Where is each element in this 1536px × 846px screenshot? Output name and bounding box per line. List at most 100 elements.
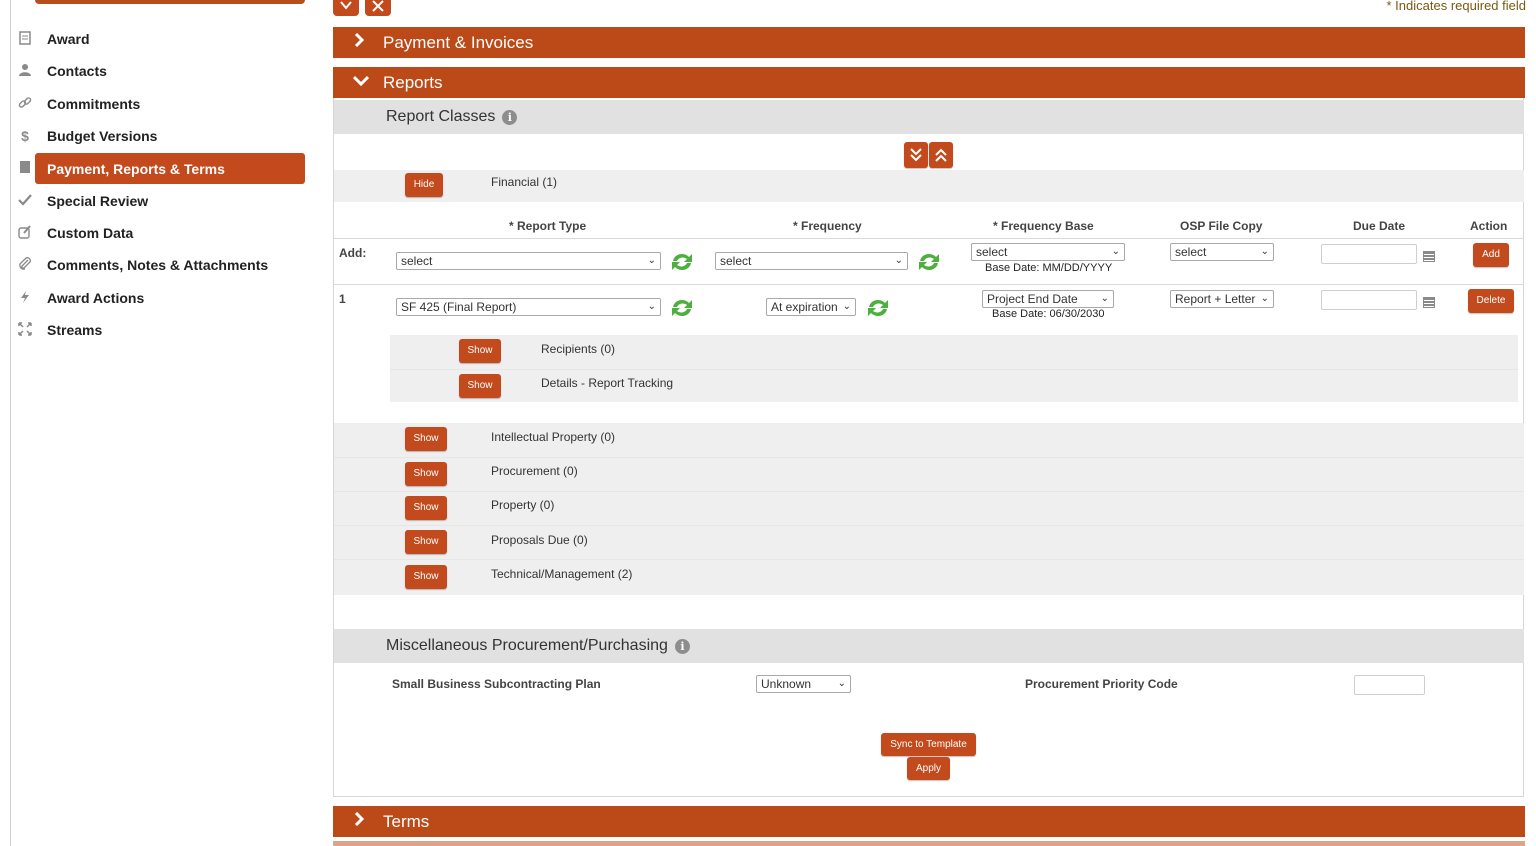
show-technical-management-button[interactable]: Show	[405, 565, 447, 589]
property-label: Property (0)	[491, 498, 555, 512]
calendar-icon[interactable]	[1422, 295, 1436, 309]
sidebar-item-contacts[interactable]: Contacts	[16, 56, 306, 86]
add-frequency-select[interactable]: select ⌄	[715, 252, 908, 270]
collapse-classes-button[interactable]	[929, 142, 953, 168]
show-property-button[interactable]: Show	[405, 496, 447, 520]
sync-to-template-button[interactable]: Sync to Template	[881, 733, 976, 756]
hide-financial-button[interactable]: Hide	[405, 173, 443, 197]
col-report-type: * Report Type	[509, 219, 587, 233]
required-field-note: * Indicates required field	[1386, 0, 1526, 13]
sidebar-item-custom-data[interactable]: Custom Data	[16, 218, 306, 248]
select-value: select	[401, 254, 433, 268]
section-title: Terms	[383, 811, 430, 831]
row1-frequency-base-select[interactable]: Project End Date ⌄	[982, 290, 1114, 308]
refresh-icon[interactable]	[669, 250, 695, 274]
select-value: select	[976, 245, 1008, 259]
next-section-edge	[333, 841, 1525, 846]
expand-all-button[interactable]	[333, 0, 359, 16]
refresh-icon[interactable]	[916, 250, 942, 274]
row1-frequency-select[interactable]: At expiration ⌄	[766, 298, 856, 316]
procurement-priority-input[interactable]	[1354, 675, 1425, 695]
col-frequency-base: * Frequency Base	[993, 219, 1094, 233]
sidebar-item-budget-versions[interactable]: $ Budget Versions	[16, 121, 306, 151]
row1-due-date-input[interactable]	[1321, 290, 1417, 310]
sidebar-item-label: Award Actions	[47, 290, 145, 306]
divider	[334, 457, 1524, 458]
sidebar-top-button[interactable]	[35, 0, 305, 4]
divider	[390, 369, 1518, 370]
add-due-date-input[interactable]	[1321, 244, 1417, 264]
sidebar-item-commitments[interactable]: Commitments	[16, 89, 306, 119]
divider	[334, 238, 1524, 239]
divider	[334, 491, 1524, 492]
show-report-tracking-button[interactable]: Show	[459, 374, 501, 398]
add-frequency-base-select[interactable]: select ⌄	[971, 243, 1125, 261]
sidebar-item-label: Special Review	[47, 193, 149, 209]
small-business-label: Small Business Subcontracting Plan	[392, 677, 601, 691]
report-classes-header: Report Classes i	[334, 100, 1524, 134]
sidebar-item-comments-notes-attachments[interactable]: Comments, Notes & Attachments	[16, 250, 306, 280]
select-value: SF 425 (Final Report)	[401, 300, 517, 314]
sidebar-item-award[interactable]: Award	[16, 24, 306, 54]
expand-classes-button[interactable]	[904, 142, 928, 168]
sidebar-item-label: Contacts	[47, 63, 107, 79]
misc-procurement-title: Miscellaneous Procurement/Purchasing	[386, 637, 668, 654]
sidebar-item-payment-reports-terms[interactable]: Payment, Reports & Terms	[35, 153, 305, 184]
checkmark-icon	[16, 193, 34, 210]
sidebar-item-label: Custom Data	[47, 225, 134, 241]
col-action: Action	[1470, 219, 1508, 233]
apply-button[interactable]: Apply	[907, 757, 950, 780]
section-terms[interactable]: Terms	[333, 806, 1525, 837]
divider	[334, 525, 1524, 526]
show-procurement-button[interactable]: Show	[405, 462, 447, 486]
technical-management-label: Technical/Management (2)	[491, 567, 633, 581]
section-payment-invoices[interactable]: Payment & Invoices	[333, 27, 1525, 58]
refresh-icon[interactable]	[669, 296, 695, 320]
recipients-label: Recipients (0)	[541, 342, 616, 356]
row1-osp-file-copy-select[interactable]: Report + Letter ⌄	[1170, 290, 1274, 308]
show-recipients-button[interactable]: Show	[459, 339, 501, 363]
add-osp-file-copy-select[interactable]: select ⌄	[1170, 243, 1274, 261]
show-intellectual-property-button[interactable]: Show	[405, 427, 447, 451]
select-value: Unknown	[761, 677, 812, 691]
sidebar-item-award-actions[interactable]: Award Actions	[16, 283, 306, 313]
chevron-down-icon: ⌄	[842, 301, 851, 312]
double-chevron-down-icon	[910, 148, 922, 162]
calendar-icon[interactable]	[1422, 249, 1436, 263]
report-classes-title: Report Classes	[386, 108, 496, 125]
row1-base-date: Base Date: 06/30/2030	[992, 308, 1105, 320]
section-reports[interactable]: Reports	[333, 67, 1525, 98]
delete-button[interactable]: Delete	[1468, 289, 1514, 313]
proposals-due-label: Proposals Due (0)	[491, 533, 588, 547]
col-due-date: Due Date	[1353, 219, 1406, 233]
row1-report-type-select[interactable]: SF 425 (Final Report) ⌄	[396, 298, 661, 316]
chevron-down-icon: ⌄	[837, 678, 846, 689]
chevron-down-icon: ⌄	[647, 255, 656, 266]
sidebar-item-label: Comments, Notes & Attachments	[47, 257, 269, 273]
small-business-select[interactable]: Unknown ⌄	[756, 675, 851, 693]
divider	[334, 284, 1524, 285]
sidebar-item-special-review[interactable]: Special Review	[16, 186, 306, 216]
chevron-down-icon: ⌄	[1260, 246, 1269, 257]
select-value: Project End Date	[987, 292, 1078, 306]
book-icon-slot	[16, 153, 35, 183]
misc-procurement-header: Miscellaneous Procurement/Purchasing i	[334, 629, 1524, 663]
select-value: Report + Letter	[1175, 292, 1256, 306]
select-value: select	[720, 254, 752, 268]
chevron-down-icon	[352, 74, 383, 92]
add-button[interactable]: Add	[1473, 243, 1509, 267]
info-icon[interactable]: i	[674, 638, 690, 654]
close-icon	[372, 0, 384, 12]
refresh-icon[interactable]	[865, 296, 891, 320]
info-icon[interactable]: i	[502, 109, 518, 125]
person-icon	[16, 63, 34, 80]
select-value: At expiration	[771, 300, 838, 314]
sidebar-item-streams[interactable]: Streams	[16, 315, 306, 345]
chevron-down-icon: ⌄	[894, 255, 903, 266]
add-base-date: Base Date: MM/DD/YYYY	[985, 262, 1113, 274]
show-proposals-due-button[interactable]: Show	[405, 530, 447, 554]
add-report-type-select[interactable]: select ⌄	[396, 252, 661, 270]
report-tracking-label: Details - Report Tracking	[541, 376, 674, 390]
add-row-label: Add:	[339, 246, 367, 260]
collapse-all-button[interactable]	[365, 0, 391, 16]
